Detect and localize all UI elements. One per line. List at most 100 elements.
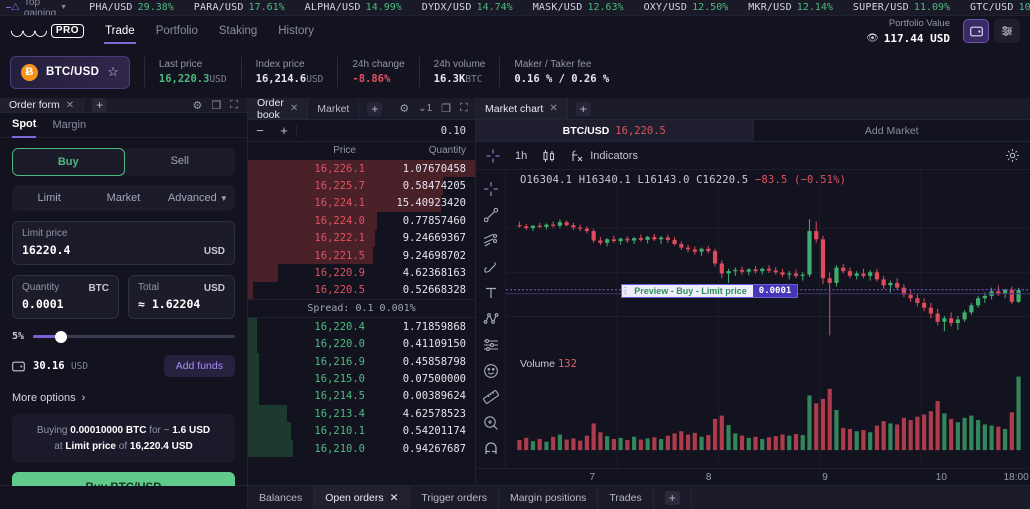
add-panel-button[interactable]: + [359, 98, 390, 119]
zoom-level-indicator[interactable]: ⌄1 [418, 103, 432, 114]
order-book-row[interactable]: 16,225.70.58474205 [248, 177, 475, 194]
grouping-value[interactable]: 0.10 [296, 125, 475, 137]
order-book-row[interactable]: 16,226.11.07670458 [248, 160, 475, 177]
duplicate-icon[interactable]: ❐ [211, 99, 221, 112]
text-icon[interactable] [478, 280, 504, 306]
duplicate-icon[interactable]: ❐ [441, 102, 451, 115]
chart-settings-gear-icon[interactable] [1005, 148, 1020, 163]
bottom-tab-trades[interactable]: Trades [598, 486, 653, 509]
brand-logo[interactable]: ◡◡◡ PRO [10, 23, 84, 39]
tab-market-chart[interactable]: Market chart ✕ [476, 98, 568, 119]
eye-icon[interactable]: 👁 [866, 33, 879, 44]
chart-plot-area[interactable]: O16304.1 H16340.1 L16143.0 C16220.5 −83.… [506, 170, 1030, 468]
increase-grouping-button[interactable]: + [272, 123, 296, 138]
favorite-star-icon[interactable]: ☆ [107, 64, 119, 80]
order-book-quantity: 0.52668328 [379, 284, 475, 296]
limit-price-field[interactable]: Limit price 16220.4 USD [12, 221, 235, 265]
chart-market-tab-btcusd[interactable]: BTC/USD 16,220.5 [476, 120, 753, 141]
order-book-row[interactable]: 16,210.00.94267687 [248, 440, 475, 457]
gear-icon[interactable]: ⚙ [399, 102, 409, 115]
ticker-item[interactable]: MASK/USD12.63% [523, 2, 634, 13]
pair-selector[interactable]: Ƀ BTC/USD ☆ [10, 56, 130, 89]
order-book-row[interactable]: 16,215.00.07500000 [248, 370, 475, 387]
wallet-button[interactable] [963, 19, 989, 43]
order-book-row[interactable]: 16,220.41.71859868 [248, 318, 475, 335]
indicators-button[interactable]: Indicators [571, 149, 638, 163]
sell-tab[interactable]: Sell [125, 148, 236, 176]
order-preview-line-label[interactable]: ⋮ Preview - Buy - Limit price 0.0001 [621, 284, 798, 298]
add-market-button[interactable]: Add Market [753, 120, 1030, 141]
bottom-tab-balances[interactable]: Balances [248, 486, 314, 509]
zigzag-icon[interactable] [478, 306, 504, 332]
settings-sliders-button[interactable] [994, 19, 1020, 43]
order-book-row[interactable]: 16,224.115.40923420 [248, 195, 475, 212]
interval-selector[interactable]: 1h [515, 150, 527, 162]
brush-icon[interactable] [478, 254, 504, 280]
quantity-slider[interactable]: 5% [12, 331, 235, 342]
close-icon[interactable]: ✕ [390, 492, 399, 504]
tab-market[interactable]: Market [308, 98, 359, 119]
tab-order-book[interactable]: Order book ✕ [248, 98, 308, 119]
ruler-icon[interactable] [478, 384, 504, 410]
order-form-subtab-spot[interactable]: Spot [12, 113, 36, 138]
ticker-item[interactable]: GTC/USD10.91% [960, 2, 1030, 13]
add-panel-button[interactable]: + [84, 98, 115, 112]
ticker-item[interactable]: ALPHA/USD14.99% [295, 2, 412, 13]
fullscreen-icon[interactable]: ⛶ [460, 102, 468, 115]
zoom-in-icon[interactable] [478, 410, 504, 436]
order-book-row[interactable]: 16,224.00.77857460 [248, 212, 475, 229]
order-book-row[interactable]: 16,220.50.52668328 [248, 282, 475, 299]
fullscreen-icon[interactable]: ⛶ [230, 99, 238, 112]
add-panel-button[interactable]: + [568, 98, 599, 119]
bottom-tab-trigger-orders[interactable]: Trigger orders [410, 486, 499, 509]
order-book-row[interactable]: 16,214.50.00389624 [248, 388, 475, 405]
order-book-row[interactable]: 16,220.94.62368163 [248, 264, 475, 281]
ticker-item[interactable]: PARA/USD17.61% [184, 2, 295, 13]
ticker-item[interactable]: DYDX/USD14.74% [412, 2, 523, 13]
close-icon[interactable]: ✕ [290, 103, 298, 114]
nav-item-history[interactable]: History [277, 19, 315, 44]
quantity-field[interactable]: Quantity 0.0001 BTC [12, 275, 119, 319]
add-bottom-tab-button[interactable]: + [654, 486, 692, 509]
ticker-item[interactable]: PHA/USD29.38% [79, 2, 184, 13]
magnet-icon[interactable] [478, 436, 504, 462]
bottom-tab-open-orders[interactable]: Open orders✕ [314, 486, 410, 509]
order-form-subtab-margin[interactable]: Margin [52, 113, 86, 138]
bottom-tab-margin-positions[interactable]: Margin positions [499, 486, 598, 509]
decrease-grouping-button[interactable]: − [248, 123, 272, 138]
order-type-market[interactable]: Market [86, 185, 160, 211]
gear-icon[interactable]: ⚙ [193, 99, 203, 112]
order-book-row[interactable]: 16,210.10.54201174 [248, 422, 475, 439]
close-icon[interactable]: ✕ [549, 103, 557, 114]
top-gaining-selector[interactable]: ⎯△ Top gaining ▼ [6, 0, 79, 16]
limit-price-input[interactable]: 16220.4 [22, 243, 225, 257]
ticker-item[interactable]: SUPER/USD11.09% [843, 2, 960, 13]
order-book-row[interactable]: 16,220.00.41109150 [248, 336, 475, 353]
quantity-input[interactable]: 0.0001 [22, 297, 109, 311]
add-funds-button[interactable]: Add funds [164, 355, 235, 377]
tab-order-form[interactable]: Order form ✕ [0, 98, 84, 112]
close-icon[interactable]: ✕ [66, 100, 74, 111]
trend-line-icon[interactable] [478, 202, 504, 228]
crosshair-icon[interactable] [478, 176, 504, 202]
position-icon[interactable] [478, 332, 504, 358]
crosshair-tool-icon[interactable] [486, 149, 500, 163]
ticker-item[interactable]: OXY/USD12.50% [634, 2, 739, 13]
more-options-button[interactable]: More options › [12, 392, 235, 404]
slider-track[interactable] [33, 335, 235, 338]
order-book-row[interactable]: 16,222.19.24669367 [248, 230, 475, 247]
order-book-row[interactable]: 16,216.90.45858798 [248, 353, 475, 370]
buy-tab[interactable]: Buy [12, 148, 125, 176]
order-type-limit[interactable]: Limit [12, 185, 86, 211]
fib-lines-icon[interactable] [478, 228, 504, 254]
order-book-row[interactable]: 16,213.44.62578523 [248, 405, 475, 422]
nav-item-portfolio[interactable]: Portfolio [155, 19, 199, 44]
nav-item-trade[interactable]: Trade [104, 19, 136, 44]
nav-item-staking[interactable]: Staking [218, 19, 258, 44]
slider-knob[interactable] [55, 331, 67, 343]
emoji-icon[interactable] [478, 358, 504, 384]
ticker-item[interactable]: MKR/USD12.14% [738, 2, 843, 13]
order-type-advanced[interactable]: Advanced ▼ [161, 185, 235, 211]
order-book-row[interactable]: 16,221.59.24698702 [248, 247, 475, 264]
candle-type-icon[interactable] [542, 149, 556, 163]
